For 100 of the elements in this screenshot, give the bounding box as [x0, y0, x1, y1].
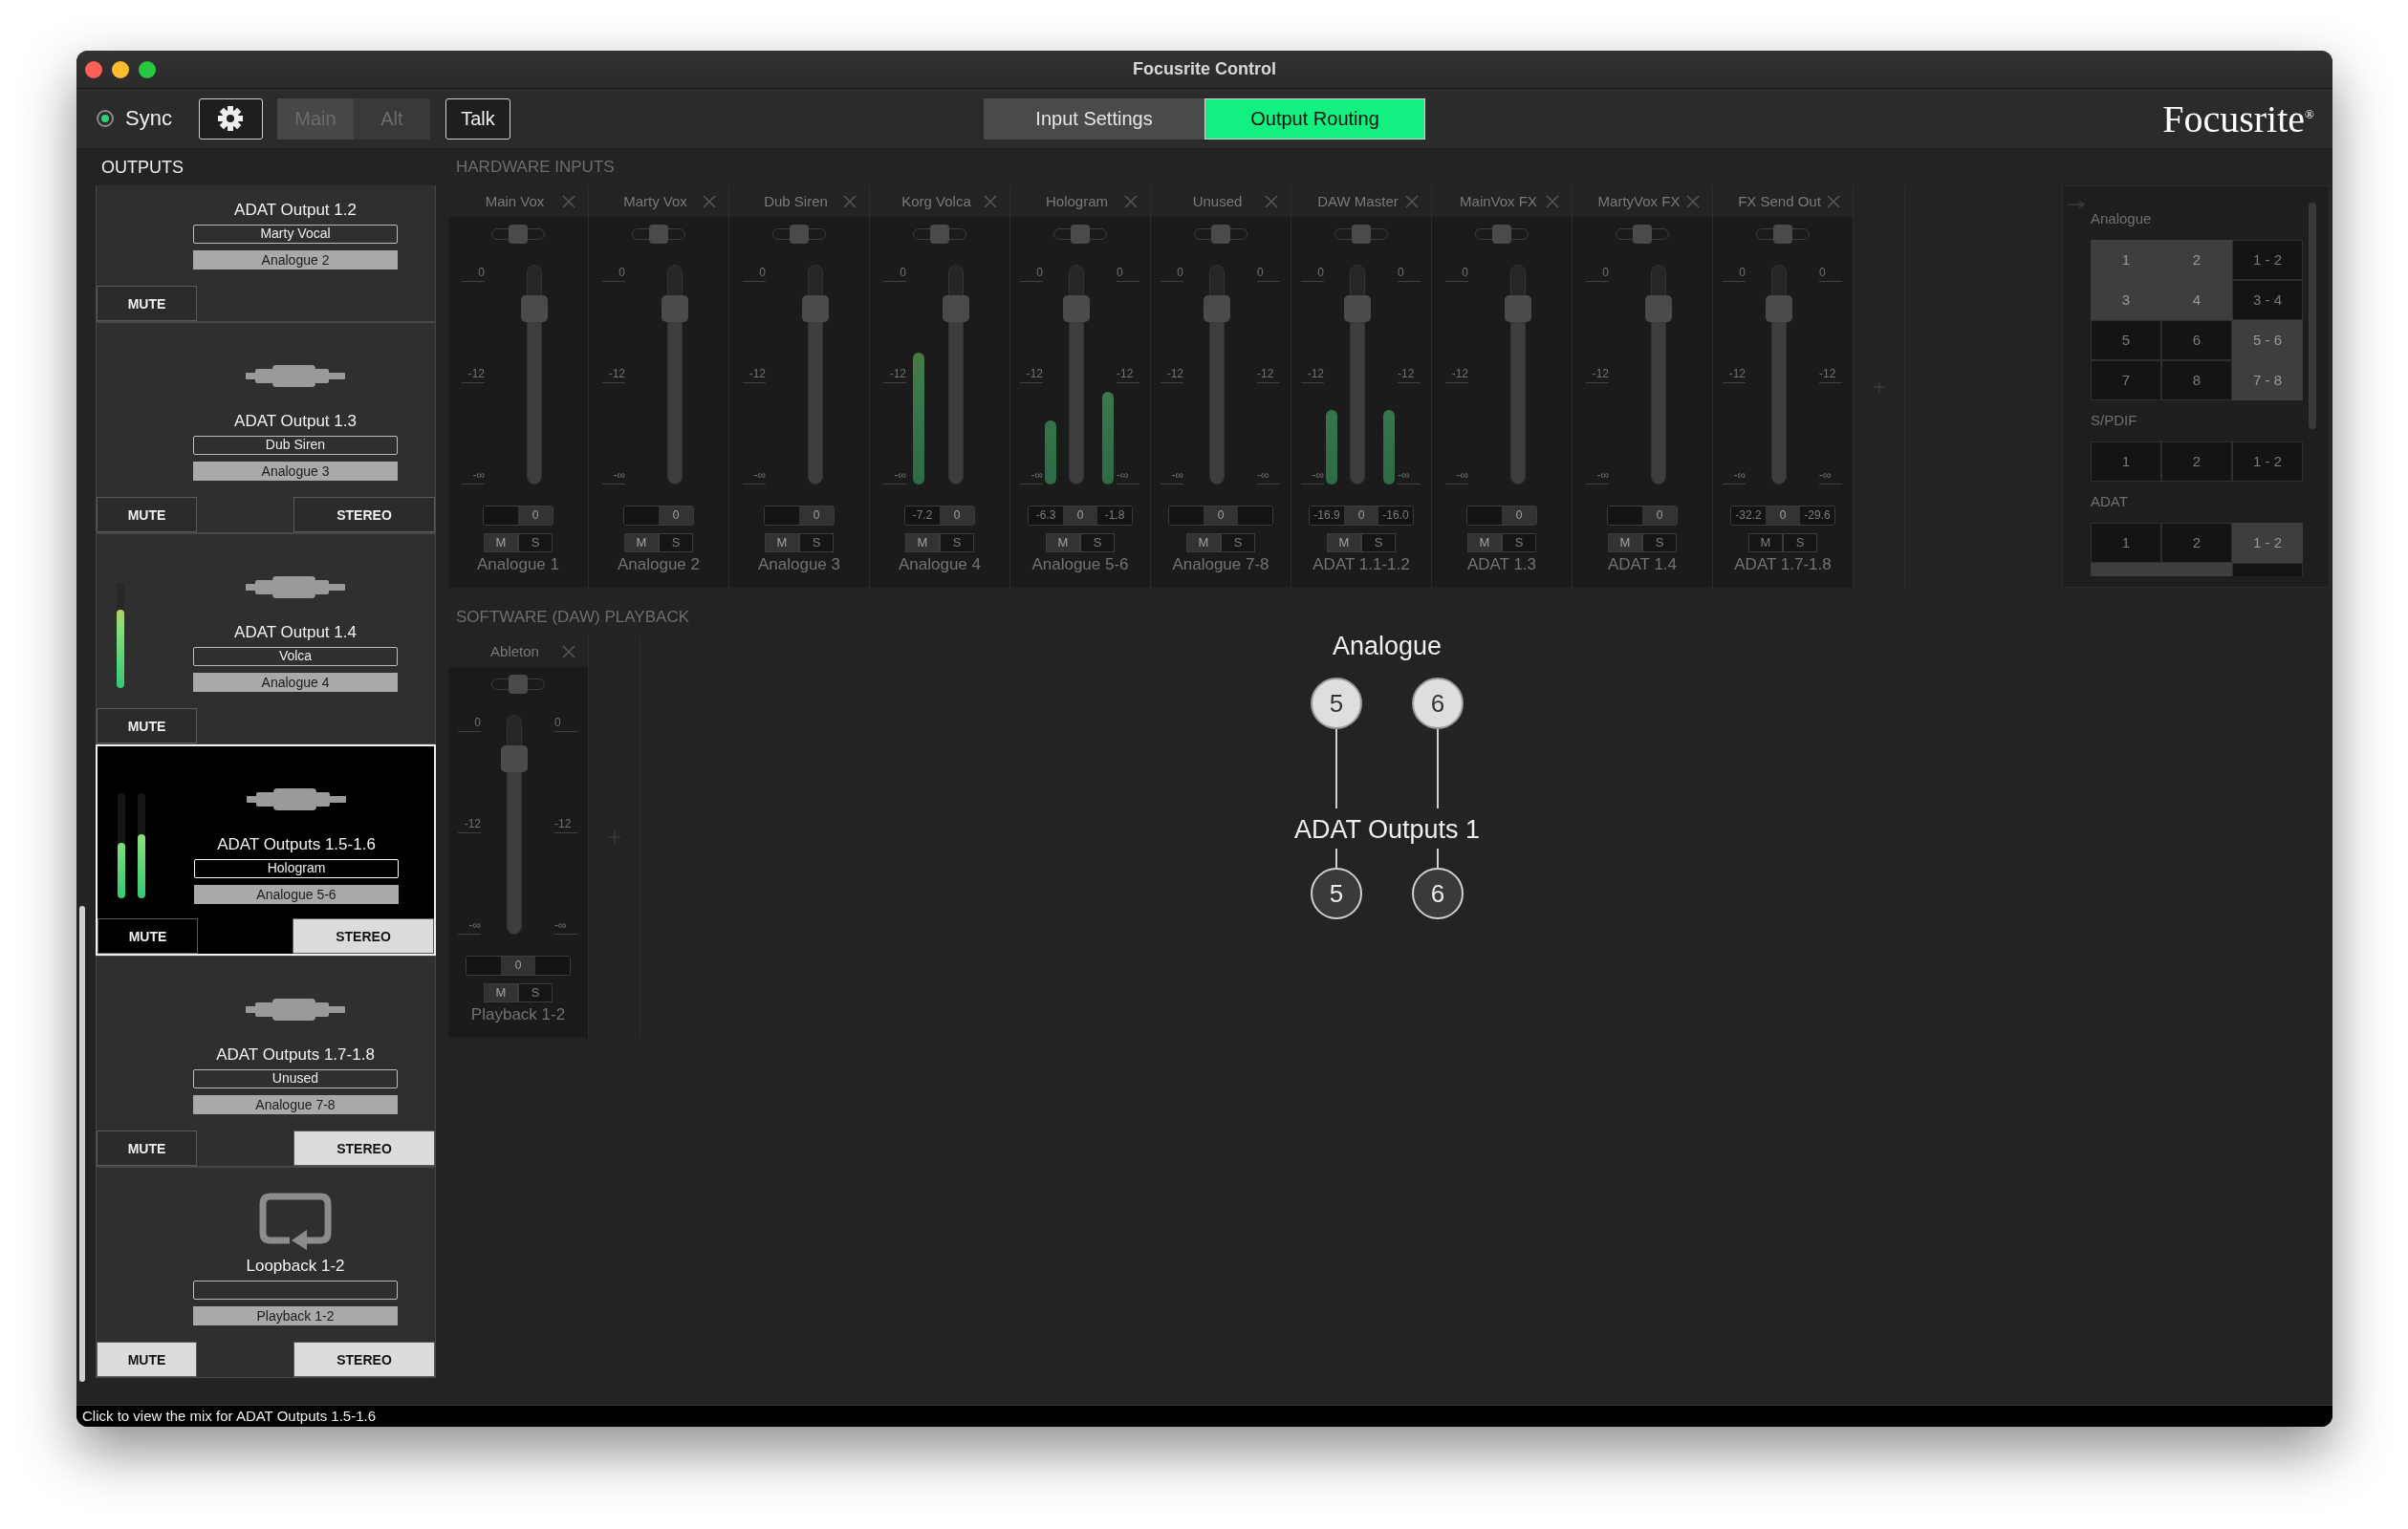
- pan-thumb[interactable]: [1633, 225, 1652, 244]
- pan-thumb[interactable]: [1492, 225, 1511, 244]
- mute-button[interactable]: M: [484, 533, 518, 552]
- view-tab[interactable]: Input Settings: [984, 97, 1204, 140]
- fader-thumb[interactable]: [1063, 295, 1090, 323]
- mute-button[interactable]: MUTE: [98, 918, 198, 954]
- channel-cell[interactable]: 4: [2161, 280, 2232, 320]
- close-icon[interactable]: [562, 644, 575, 658]
- fader-thumb[interactable]: [662, 295, 688, 323]
- mute-button[interactable]: M: [1186, 533, 1221, 552]
- fader-thumb[interactable]: [521, 295, 548, 323]
- solo-button[interactable]: S: [1361, 533, 1396, 552]
- channel-cell[interactable]: 2: [2161, 441, 2232, 482]
- mute-button[interactable]: MUTE: [97, 1342, 197, 1377]
- mute-button[interactable]: M: [484, 983, 518, 1002]
- pan-thumb[interactable]: [509, 675, 528, 694]
- close-icon[interactable]: [1546, 194, 1559, 208]
- name-field[interactable]: Marty Vocal: [193, 225, 398, 244]
- solo-button[interactable]: S: [518, 533, 553, 552]
- output-card[interactable]: ADAT Outputs 1.5-1.6 Hologram Analogue 5-6 MUTE STEREO: [96, 744, 436, 956]
- zoom-button[interactable]: [139, 61, 156, 78]
- channel-cell[interactable]: 1: [2091, 441, 2161, 482]
- view-tab[interactable]: Output Routing: [1204, 97, 1425, 140]
- fader-thumb[interactable]: [802, 295, 829, 323]
- pan-thumb[interactable]: [509, 225, 528, 244]
- solo-button[interactable]: S: [940, 533, 974, 552]
- stereo-button[interactable]: STEREO: [293, 497, 435, 532]
- solo-button[interactable]: S: [1642, 533, 1677, 552]
- mute-button[interactable]: M: [1327, 533, 1361, 552]
- channel-cell[interactable]: 1 - 2: [2232, 523, 2303, 563]
- mute-button[interactable]: M: [1046, 533, 1080, 552]
- fader-thumb[interactable]: [1766, 295, 1792, 323]
- scrollbar-thumb[interactable]: [79, 906, 85, 1382]
- channel-cell[interactable]: 5: [2091, 320, 2161, 360]
- channel-cell[interactable]: 5 - 6: [2232, 320, 2303, 360]
- solo-button[interactable]: S: [1783, 533, 1817, 552]
- stereo-button[interactable]: STEREO: [293, 1342, 435, 1377]
- fader[interactable]: [1063, 265, 1090, 485]
- source-field[interactable]: Playback 1-2: [193, 1306, 398, 1325]
- name-field[interactable]: Volca: [193, 647, 398, 666]
- output-card[interactable]: Loopback 1-2 Playback 1-2 MUTE STEREO: [96, 1167, 436, 1378]
- mute-button[interactable]: MUTE: [97, 497, 197, 532]
- channel-cell[interactable]: 6: [2161, 320, 2232, 360]
- source-field[interactable]: Analogue 2: [193, 250, 398, 269]
- channel-cell[interactable]: 2: [2161, 523, 2232, 563]
- pan-thumb[interactable]: [790, 225, 809, 244]
- output-card[interactable]: ADAT Output 1.3 Dub Siren Analogue 3 MUTE STEREO: [96, 322, 436, 533]
- solo-button[interactable]: S: [659, 533, 693, 552]
- close-icon[interactable]: [1827, 194, 1840, 208]
- close-icon[interactable]: [562, 194, 575, 208]
- mute-button[interactable]: MUTE: [97, 286, 197, 321]
- mute-button[interactable]: M: [1748, 533, 1783, 552]
- fader[interactable]: [501, 715, 528, 935]
- close-icon[interactable]: [1405, 194, 1419, 208]
- fader[interactable]: [1505, 265, 1531, 485]
- scrollbar-thumb[interactable]: [2309, 203, 2316, 429]
- solo-button[interactable]: S: [1221, 533, 1255, 552]
- close-icon[interactable]: [1265, 194, 1278, 208]
- output-card[interactable]: ADAT Outputs 1.7-1.8 Unused Analogue 7-8 MUTE STEREO: [96, 956, 436, 1167]
- channel-cell[interactable]: 3 - 4: [2232, 280, 2303, 320]
- mute-button[interactable]: M: [905, 533, 940, 552]
- fader[interactable]: [1766, 265, 1792, 485]
- fader-thumb[interactable]: [1204, 295, 1230, 323]
- close-button[interactable]: [85, 61, 102, 78]
- fader[interactable]: [521, 265, 548, 485]
- mute-button[interactable]: M: [624, 533, 659, 552]
- mute-button[interactable]: M: [1467, 533, 1502, 552]
- solo-button[interactable]: S: [1502, 533, 1536, 552]
- pan-thumb[interactable]: [1211, 225, 1230, 244]
- minimize-button[interactable]: [112, 61, 129, 78]
- name-field[interactable]: Unused: [193, 1069, 398, 1088]
- mute-button[interactable]: MUTE: [97, 1131, 197, 1166]
- pan-thumb[interactable]: [1352, 225, 1371, 244]
- solo-button[interactable]: S: [1080, 533, 1115, 552]
- fader[interactable]: [802, 265, 829, 485]
- fader-thumb[interactable]: [943, 295, 969, 323]
- settings-button[interactable]: [198, 97, 263, 140]
- fader-thumb[interactable]: [1344, 295, 1371, 323]
- mute-button[interactable]: MUTE: [97, 708, 197, 743]
- name-field[interactable]: Dub Siren: [193, 436, 398, 455]
- source-field[interactable]: Analogue 5-6: [194, 885, 399, 904]
- fader-thumb[interactable]: [1645, 295, 1672, 323]
- close-icon[interactable]: [984, 194, 997, 208]
- channel-cell[interactable]: 7 - 8: [2232, 360, 2303, 400]
- pan-thumb[interactable]: [1773, 225, 1792, 244]
- fader[interactable]: [1204, 265, 1230, 485]
- channel-cell[interactable]: 1: [2091, 523, 2161, 563]
- mute-button[interactable]: M: [765, 533, 799, 552]
- talk-button[interactable]: Talk: [445, 97, 510, 140]
- stereo-button[interactable]: STEREO: [293, 918, 434, 954]
- source-field[interactable]: Analogue 4: [193, 673, 398, 692]
- name-field[interactable]: [193, 1281, 398, 1300]
- channel-cell[interactable]: 1 - 2: [2232, 441, 2303, 482]
- fader[interactable]: [1344, 265, 1371, 485]
- fader-thumb[interactable]: [501, 745, 528, 773]
- pan-thumb[interactable]: [930, 225, 949, 244]
- close-icon[interactable]: [703, 194, 716, 208]
- pan-thumb[interactable]: [1071, 225, 1090, 244]
- pan-thumb[interactable]: [649, 225, 668, 244]
- solo-button[interactable]: S: [799, 533, 834, 552]
